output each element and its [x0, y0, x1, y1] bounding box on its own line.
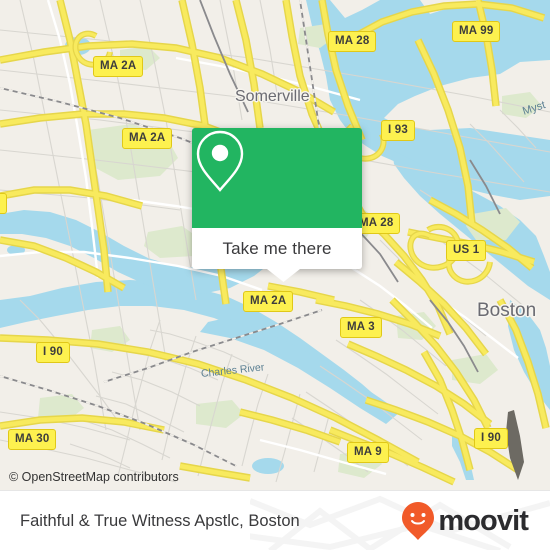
osm-attribution[interactable]: © OpenStreetMap contributors [9, 470, 179, 484]
location-pin-icon [196, 130, 244, 192]
moovit-wordmark: moovit [438, 504, 529, 537]
footer-bar: Faithful & True Witness Apstlc, Boston m… [0, 490, 550, 550]
map-screen: Somerville Boston Myst Charles River MA … [0, 0, 550, 550]
place-title: Faithful & True Witness Apstlc, Boston [20, 511, 300, 530]
map-canvas[interactable]: Somerville Boston Myst Charles River MA … [0, 0, 550, 490]
card-label-area[interactable]: Take me there [192, 228, 362, 269]
moovit-logo[interactable]: moovit [401, 491, 529, 550]
take-me-there-label: Take me there [222, 238, 332, 258]
moovit-pin-smiley-icon [402, 502, 435, 540]
card-green-area [192, 128, 362, 228]
take-me-there-card[interactable]: Take me there [192, 128, 362, 269]
